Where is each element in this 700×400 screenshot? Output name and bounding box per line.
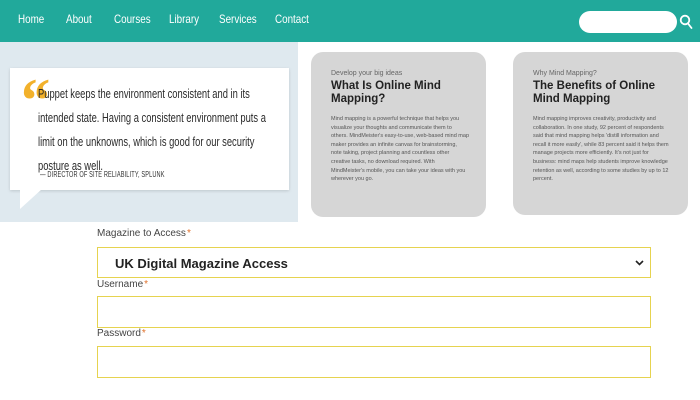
magazine-label: Magazine to Access* — [97, 228, 191, 239]
nav-item-services[interactable]: Services — [219, 12, 257, 26]
nav-item-about[interactable]: About — [66, 12, 92, 26]
chevron-down-icon — [635, 260, 644, 266]
search-input[interactable] — [579, 11, 677, 33]
info-card-benefits: Why Mind Mapping? The Benefits of Online… — [513, 52, 688, 215]
testimonial-card: “ Puppet keeps the environment consisten… — [10, 68, 289, 190]
search-icon[interactable] — [679, 14, 693, 30]
card-eyebrow: Why Mind Mapping? — [533, 70, 597, 77]
required-marker: * — [186, 228, 191, 239]
info-card-what-is-mind-mapping: Develop your big ideas What Is Online Mi… — [311, 52, 486, 217]
speech-bubble-tail — [20, 189, 42, 209]
magazine-select[interactable]: UK Digital Magazine Access — [97, 247, 651, 278]
password-label-text: Password — [97, 328, 141, 339]
top-nav-bar: Home About Courses Library Services Cont… — [0, 0, 700, 42]
username-label-text: Username — [97, 279, 144, 290]
card-title: The Benefits of Online Mind Mapping — [533, 80, 656, 105]
required-marker: * — [144, 279, 149, 290]
password-label: Password* — [97, 328, 146, 339]
magazine-select-value: UK Digital Magazine Access — [115, 256, 288, 271]
nav-item-home[interactable]: Home — [18, 12, 44, 26]
username-label: Username* — [97, 279, 148, 290]
testimonial-panel: “ Puppet keeps the environment consisten… — [0, 42, 298, 222]
testimonial-text: Puppet keeps the environment consistent … — [38, 86, 266, 173]
testimonial-attribution: — DIRECTOR OF SITE RELIABILITY, SPLUNK — [40, 170, 165, 179]
username-field[interactable] — [97, 296, 651, 328]
card-title: What Is Online Mind Mapping? — [331, 80, 441, 105]
card-body: Mind mapping is a powerful technique tha… — [331, 116, 469, 183]
card-body: Mind mapping improves creativity, produc… — [533, 116, 669, 183]
card-eyebrow: Develop your big ideas — [331, 70, 403, 77]
nav-item-courses[interactable]: Courses — [114, 12, 151, 26]
nav-item-contact[interactable]: Contact — [275, 12, 309, 26]
password-field[interactable] — [97, 346, 651, 378]
nav-item-library[interactable]: Library — [169, 12, 199, 26]
magazine-label-text: Magazine to Access — [97, 228, 186, 239]
required-marker: * — [141, 328, 146, 339]
